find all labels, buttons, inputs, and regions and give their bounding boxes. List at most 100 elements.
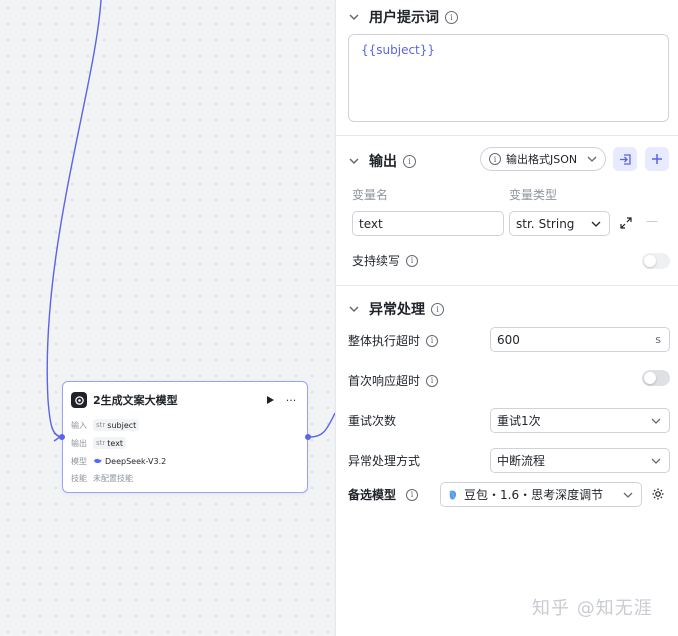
toggle-knob [644,255,656,267]
continue-writing-label: 支持续写 i [352,252,419,269]
node-model-value: DeepSeek-V3.2 [105,456,167,466]
info-icon[interactable]: i [426,374,439,387]
backup-model-value: 豆包・1.6・思考深度调节 [464,488,604,502]
backup-model-select[interactable]: 豆包・1.6・思考深度调节 [440,482,642,507]
chevron-down-icon [587,156,597,162]
timeout-label: 整体执行超时 i [348,332,439,349]
backup-model-text: 备选模型 [348,488,397,502]
remove-variable-button[interactable]: — [646,214,658,228]
exception-section-header[interactable]: 异常处理 i [348,299,444,319]
retry-text: 重试次数 [348,414,397,428]
user-prompt-title: 用户提示词 [369,10,439,26]
info-icon[interactable]: i [445,10,458,24]
variable-type-value: String [538,216,575,231]
exception-handling-select[interactable]: 中断流程 [490,448,670,473]
variable-name-input[interactable]: text [352,211,504,236]
variable-type-prefix: str. [516,216,535,231]
llm-node[interactable]: 2生成文案大模型 ··· 输入 str subject 输出 str text … [59,381,311,493]
user-prompt-variable: {{subject}} [361,43,436,57]
run-icon[interactable] [263,393,277,407]
node-input-type: str [96,421,106,429]
continue-writing-text: 支持续写 [352,254,401,268]
exception-handling-text: 异常处理方式 [348,454,421,468]
node-output-value: text [107,438,124,448]
outgoing-edge [309,412,335,438]
watermark: 知乎 @知无涯 [532,598,653,619]
variable-name-column-label: 变量名 [352,188,389,202]
toggle-knob [644,372,656,384]
chevron-down-icon[interactable] [348,155,360,167]
more-options-button[interactable]: ··· [283,394,299,407]
user-prompt-textarea[interactable]: {{subject}} [348,34,669,122]
section-divider [336,135,678,136]
node-output-tag: str text [93,437,127,449]
incoming-edge [46,0,102,438]
node-output-row: 输出 str text [71,436,127,450]
exception-handling-label: 异常处理方式 [348,452,420,469]
exception-title: 异常处理 [369,302,425,318]
output-section-header[interactable]: 输出 i [348,151,416,171]
first-response-label: 首次响应超时 i [348,372,439,389]
info-icon[interactable]: i [431,302,444,316]
timeout-value: 600 [497,332,520,347]
variable-type-select[interactable]: str. String [509,211,610,236]
node-skill-value: 未配置技能 [93,473,133,483]
info-icon[interactable]: i [426,334,439,347]
section-divider [336,285,678,286]
output-format-label: 输出格式JSON [506,153,578,166]
first-response-text: 首次响应超时 [348,374,421,388]
input-port[interactable] [59,434,65,440]
variable-name-value: text [359,216,383,231]
retry-value: 重试1次 [497,414,541,428]
node-skill-label: 技能 [71,473,87,483]
info-icon[interactable]: i [403,154,416,168]
variable-type-column-label: 变量类型 [509,188,558,202]
import-button[interactable] [613,147,637,171]
node-output-type: str [96,439,106,447]
output-title: 输出 [369,154,397,170]
first-response-toggle[interactable] [642,370,670,386]
node-model: DeepSeek-V3.2 [93,457,166,466]
node-title: 2生成文案大模型 [93,394,178,407]
edge-connectors [46,0,335,442]
output-format-select[interactable]: i 输出格式JSON [480,147,606,171]
expand-icon[interactable] [620,217,632,229]
info-icon[interactable]: i [406,488,419,501]
openai-icon [71,392,87,408]
user-prompt-section-header[interactable]: 用户提示词 i [348,7,458,27]
continue-writing-toggle[interactable] [642,253,670,269]
node-input-label: 输入 [71,420,87,430]
timeout-unit: s [655,333,661,346]
node-model-row: 模型 DeepSeek-V3.2 [71,454,166,468]
timeout-input[interactable]: 600 s [490,327,670,352]
output-port[interactable] [305,434,311,440]
node-input-tag: str subject [93,419,140,431]
deepseek-icon [93,458,102,464]
doubao-icon [449,489,457,500]
timeout-text: 整体执行超时 [348,334,421,348]
plus-icon [652,154,662,164]
node-input-row: 输入 str subject [71,418,140,432]
node-output-label: 输出 [71,438,87,448]
chevron-down-icon [651,458,661,464]
backup-model-label: 备选模型 i [348,486,419,503]
workflow-canvas[interactable]: 2生成文案大模型 ··· 输入 str subject 输出 str text … [0,0,335,636]
chevron-down-icon [591,221,601,227]
node-input-value: subject [107,420,137,430]
import-icon [619,153,631,165]
chevron-down-icon [651,418,661,424]
chevron-down-icon [623,492,633,498]
node-model-label: 模型 [71,456,87,466]
retry-select[interactable]: 重试1次 [490,408,670,433]
chevron-down-icon[interactable] [348,303,360,315]
retry-label: 重试次数 [348,412,396,429]
settings-gear-icon[interactable] [651,487,665,501]
exception-handling-value: 中断流程 [497,454,546,468]
node-header: 2生成文案大模型 ··· [71,390,299,410]
info-icon[interactable]: i [406,254,419,267]
node-config-panel: 用户提示词 i {{subject}} 输出 i i 输出格式JSON 变量名 … [335,0,678,636]
node-skill-row: 技能 未配置技能 [71,471,133,485]
info-icon: i [489,153,501,165]
add-variable-button[interactable] [645,147,669,171]
chevron-down-icon[interactable] [348,11,360,23]
